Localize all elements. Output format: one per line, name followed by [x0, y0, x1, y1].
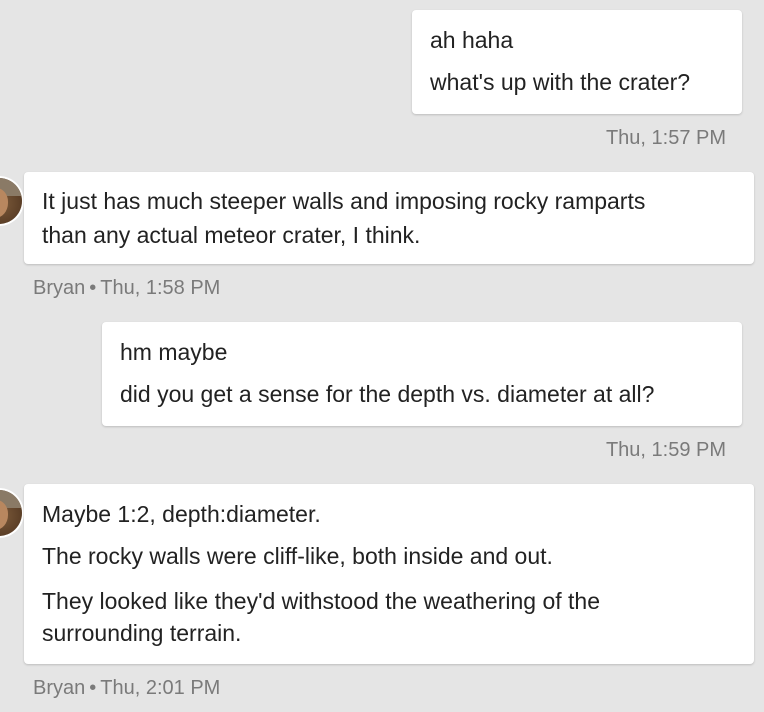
- message-text: hm maybe: [120, 339, 228, 365]
- message-text: did you get a sense for the depth vs. di…: [120, 381, 655, 407]
- message-bubble-incoming: It just has much steeper walls and impos…: [24, 172, 754, 264]
- sender-name[interactable]: Bryan: [33, 677, 85, 699]
- message-text: The rocky walls were cliff-like, both in…: [42, 543, 553, 569]
- message-timestamp: Thu, 2:01 PM: [100, 677, 221, 699]
- message-bubble-outgoing: hm maybe did you get a sense for the dep…: [102, 322, 742, 426]
- message-text: surrounding terrain.: [42, 620, 242, 646]
- message-bubble-incoming: Maybe 1:2, depth:diameter. The rocky wal…: [24, 484, 754, 664]
- separator-dot: •: [89, 677, 97, 699]
- message-sender-meta: Bryan • Thu, 1:58 PM: [33, 276, 220, 300]
- message-text: Maybe 1:2, depth:diameter.: [42, 501, 321, 527]
- message-text: than any actual meteor crater, I think.: [42, 222, 421, 248]
- message-timestamp: Thu, 1:59 PM: [605, 439, 726, 461]
- message-timestamp: Thu, 1:58 PM: [100, 277, 221, 299]
- message-bubble-outgoing: ah haha what's up with the crater?: [412, 10, 742, 114]
- separator-dot: •: [89, 277, 97, 299]
- message-sender-meta: Bryan • Thu, 2:01 PM: [33, 676, 220, 700]
- avatar[interactable]: [0, 178, 22, 224]
- message-text: They looked like they'd withstood the we…: [42, 588, 601, 614]
- sender-name[interactable]: Bryan: [33, 277, 85, 299]
- message-text: ah haha: [430, 27, 514, 53]
- avatar[interactable]: [0, 490, 22, 536]
- message-text: what's up with the crater?: [430, 69, 691, 95]
- message-text: It just has much steeper walls and impos…: [42, 188, 646, 214]
- message-timestamp: Thu, 1:57 PM: [605, 127, 726, 149]
